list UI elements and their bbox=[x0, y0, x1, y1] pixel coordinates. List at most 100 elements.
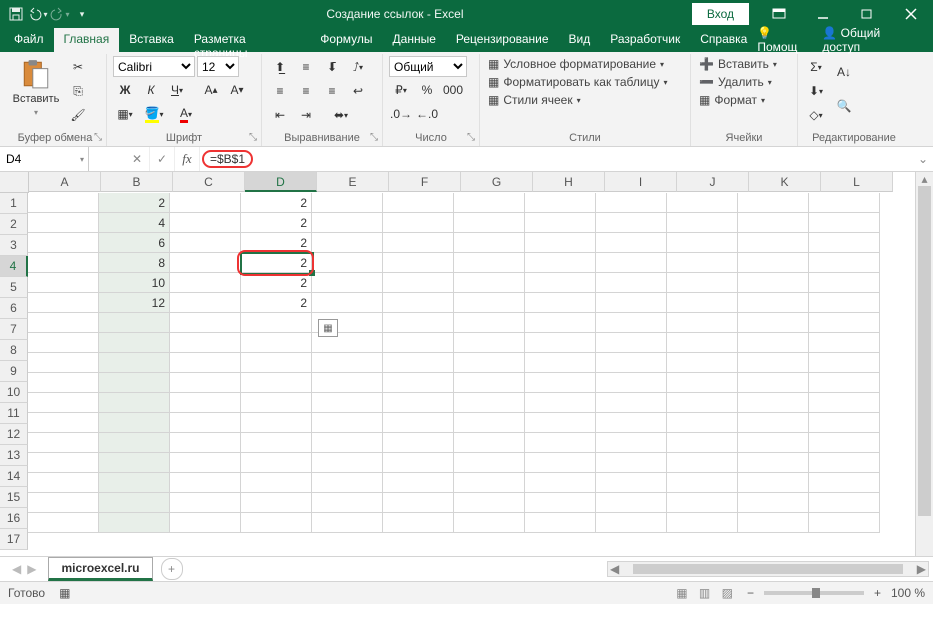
maximize-icon[interactable] bbox=[845, 0, 889, 28]
cell[interactable] bbox=[312, 413, 383, 433]
insert-function-icon[interactable]: fx bbox=[175, 147, 200, 171]
cell[interactable]: 2 bbox=[241, 193, 312, 213]
cell[interactable]: 2 bbox=[99, 193, 170, 213]
indent-increase-icon[interactable]: ⇥ bbox=[294, 104, 318, 126]
macro-record-icon[interactable]: ▦ bbox=[59, 586, 70, 600]
comma-icon[interactable]: 000 bbox=[441, 79, 465, 101]
ribbon-options-icon[interactable] bbox=[757, 0, 801, 28]
copy-icon[interactable]: ⎘ bbox=[66, 80, 90, 102]
cell[interactable] bbox=[383, 393, 454, 413]
sheet-nav-prev-icon[interactable]: ◀ bbox=[12, 562, 21, 576]
cell[interactable] bbox=[667, 373, 738, 393]
cell[interactable] bbox=[596, 213, 667, 233]
signin-button[interactable]: Вход bbox=[692, 3, 749, 25]
cell[interactable] bbox=[525, 193, 596, 213]
view-pagelayout-icon[interactable]: ▥ bbox=[695, 586, 714, 600]
cell[interactable] bbox=[312, 193, 383, 213]
view-pagebreak-icon[interactable]: ▨ bbox=[718, 586, 737, 600]
cell[interactable] bbox=[667, 313, 738, 333]
name-box[interactable]: ▾ bbox=[0, 147, 89, 171]
sort-filter-icon[interactable]: A↓ bbox=[832, 56, 856, 88]
cell[interactable] bbox=[454, 353, 525, 373]
cell[interactable] bbox=[454, 393, 525, 413]
cell[interactable] bbox=[454, 373, 525, 393]
cell[interactable] bbox=[809, 413, 880, 433]
row-header[interactable]: 3 bbox=[0, 235, 28, 256]
row-header[interactable]: 11 bbox=[0, 403, 28, 424]
zoom-slider[interactable] bbox=[764, 591, 864, 595]
fill-icon[interactable]: ⬇▾ bbox=[804, 80, 828, 102]
select-all-corner[interactable] bbox=[0, 172, 29, 193]
cell[interactable]: 4 bbox=[99, 213, 170, 233]
align-center-icon[interactable]: ≡ bbox=[294, 80, 318, 102]
tab-formulas[interactable]: Формулы bbox=[310, 28, 382, 52]
cell[interactable] bbox=[99, 493, 170, 513]
align-bottom-icon[interactable]: ⬇̄ bbox=[320, 56, 344, 78]
delete-cells-button[interactable]: ➖Удалить▾ bbox=[697, 74, 774, 90]
cell[interactable] bbox=[596, 473, 667, 493]
cell[interactable] bbox=[525, 513, 596, 533]
cell[interactable] bbox=[312, 213, 383, 233]
decrease-decimal-icon[interactable]: ←.0 bbox=[415, 103, 439, 125]
cell[interactable] bbox=[738, 313, 809, 333]
row-header[interactable]: 2 bbox=[0, 214, 28, 235]
cell[interactable] bbox=[809, 273, 880, 293]
cell[interactable] bbox=[667, 453, 738, 473]
cell[interactable] bbox=[596, 393, 667, 413]
cell[interactable] bbox=[809, 393, 880, 413]
cell[interactable] bbox=[525, 253, 596, 273]
cell[interactable] bbox=[667, 213, 738, 233]
minimize-icon[interactable] bbox=[801, 0, 845, 28]
cell[interactable] bbox=[383, 413, 454, 433]
tab-layout[interactable]: Разметка страницы bbox=[184, 28, 310, 52]
row-header[interactable]: 17 bbox=[0, 529, 28, 550]
horizontal-scrollbar[interactable]: ◀▶ bbox=[607, 561, 929, 577]
cell[interactable] bbox=[454, 473, 525, 493]
cell[interactable] bbox=[241, 313, 312, 333]
grow-font-icon[interactable]: A▴ bbox=[199, 79, 223, 101]
format-painter-icon[interactable]: 🖌 bbox=[66, 104, 90, 126]
col-header[interactable]: J bbox=[677, 172, 749, 192]
cell[interactable] bbox=[596, 453, 667, 473]
cell[interactable] bbox=[312, 293, 383, 313]
cell[interactable] bbox=[596, 493, 667, 513]
cell[interactable] bbox=[454, 253, 525, 273]
cell[interactable] bbox=[28, 273, 99, 293]
find-select-icon[interactable]: 🔍 bbox=[832, 90, 856, 122]
row-header[interactable]: 12 bbox=[0, 424, 28, 445]
cell[interactable] bbox=[738, 213, 809, 233]
increase-decimal-icon[interactable]: .0→ bbox=[389, 103, 413, 125]
currency-icon[interactable]: ₽▾ bbox=[389, 79, 413, 101]
font-dialog-icon[interactable]: ⤡ bbox=[249, 132, 257, 143]
indent-decrease-icon[interactable]: ⇤ bbox=[268, 104, 292, 126]
cell[interactable] bbox=[667, 393, 738, 413]
cell[interactable] bbox=[241, 513, 312, 533]
row-header[interactable]: 5 bbox=[0, 277, 28, 298]
cell[interactable] bbox=[383, 313, 454, 333]
cell[interactable] bbox=[383, 513, 454, 533]
cell[interactable] bbox=[809, 333, 880, 353]
paste-button[interactable]: Вставить ▾ bbox=[10, 56, 62, 117]
italic-button[interactable]: К bbox=[139, 79, 163, 101]
row-header[interactable]: 15 bbox=[0, 487, 28, 508]
row-header[interactable]: 1 bbox=[0, 193, 28, 214]
clipboard-dialog-icon[interactable]: ⤡ bbox=[94, 132, 102, 143]
row-header[interactable]: 8 bbox=[0, 340, 28, 361]
cell[interactable] bbox=[525, 273, 596, 293]
format-cells-button[interactable]: ▦Формат▾ bbox=[697, 92, 767, 108]
number-dialog-icon[interactable]: ⤡ bbox=[467, 132, 475, 143]
cell[interactable] bbox=[28, 513, 99, 533]
cell[interactable] bbox=[312, 253, 383, 273]
cell[interactable] bbox=[241, 433, 312, 453]
cell[interactable] bbox=[596, 353, 667, 373]
cell[interactable] bbox=[241, 353, 312, 373]
cell[interactable] bbox=[28, 453, 99, 473]
cell[interactable] bbox=[738, 273, 809, 293]
cell[interactable] bbox=[312, 353, 383, 373]
shrink-font-icon[interactable]: A▾ bbox=[225, 79, 249, 101]
cell[interactable] bbox=[99, 433, 170, 453]
row-header[interactable]: 13 bbox=[0, 445, 28, 466]
redo-icon[interactable]: ▾ bbox=[50, 4, 70, 24]
font-color-button[interactable]: A▾ bbox=[171, 103, 201, 125]
row-header[interactable]: 10 bbox=[0, 382, 28, 403]
